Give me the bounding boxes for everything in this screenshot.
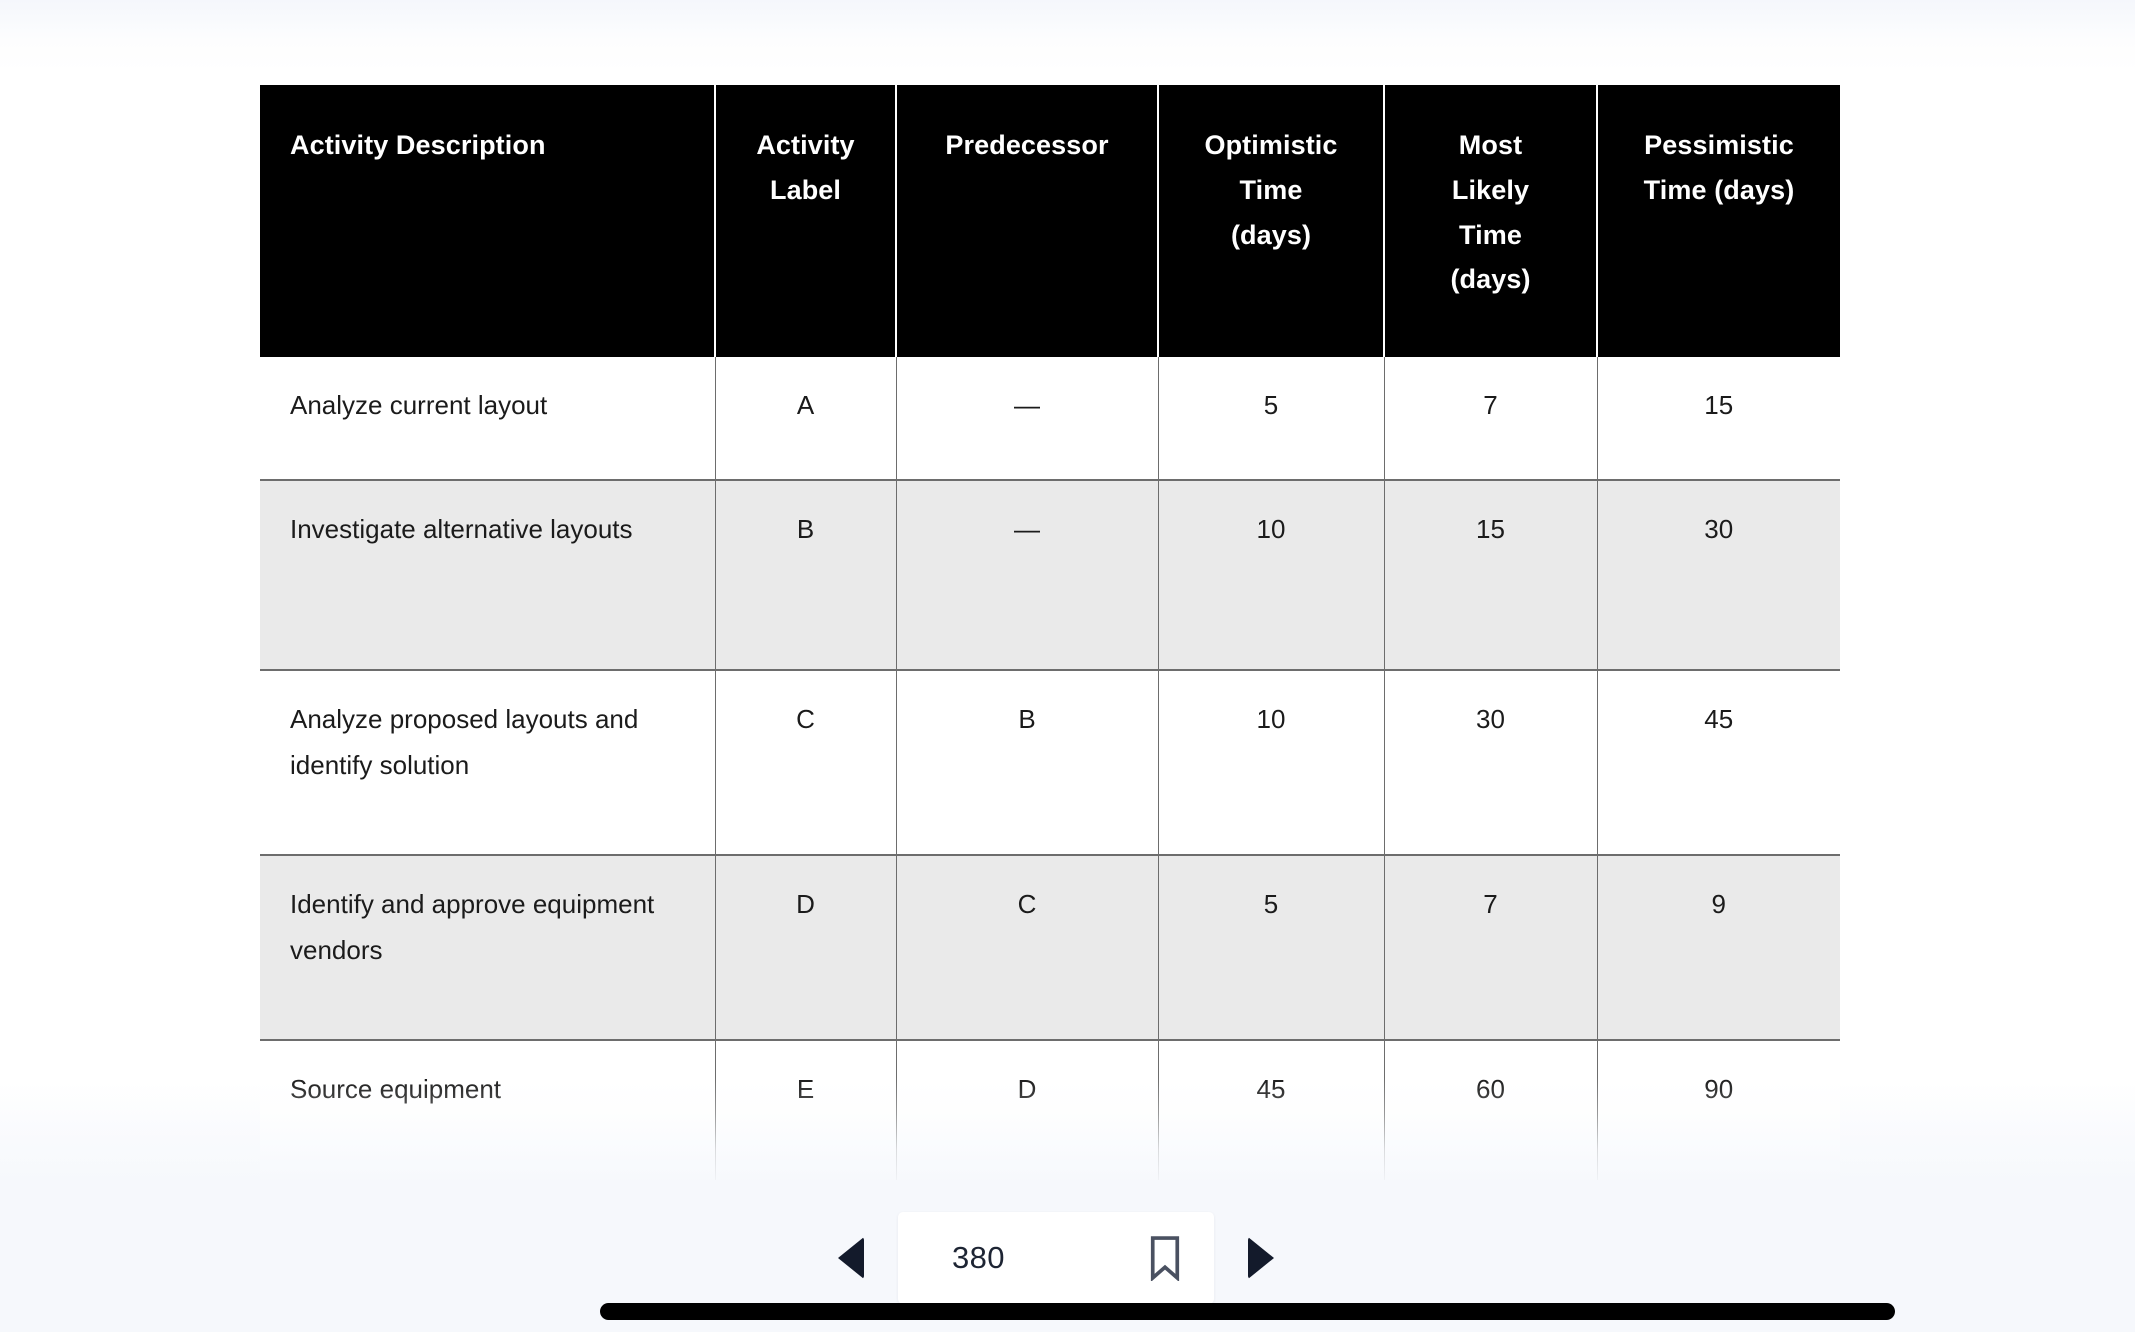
- cell-description: Source equipment: [260, 1040, 716, 1180]
- column-header-activity-label-line1: Activity: [756, 130, 855, 160]
- cell-activity-label: D: [715, 855, 897, 1041]
- column-header-activity-description-label: Activity Description: [290, 130, 546, 160]
- cell-optimistic-time: 45: [1158, 1040, 1385, 1180]
- column-header-optimistic-line2: Time: [1239, 174, 1303, 205]
- table-header-row: Activity Description Activity Label Pred…: [260, 85, 1840, 357]
- table-row: Identify and approve equipment vendors D…: [260, 855, 1840, 1041]
- cell-optimistic-time: 10: [1158, 670, 1385, 856]
- bottom-navigation-controls: 380: [820, 1208, 1320, 1308]
- cell-predecessor: C: [896, 855, 1159, 1041]
- column-header-activity-label: Activity Label: [715, 85, 897, 357]
- cell-most-likely-time: 15: [1384, 480, 1598, 671]
- page-number-box[interactable]: 380: [898, 1212, 1214, 1304]
- cell-activity-label: B: [715, 480, 897, 671]
- cell-predecessor: B: [896, 670, 1159, 856]
- column-header-optimistic-time: Optimistic Time (days): [1158, 85, 1385, 357]
- cell-activity-label: C: [715, 670, 897, 856]
- table-row: Analyze current layout A — 5 7 15: [260, 357, 1840, 481]
- cell-optimistic-time: 10: [1158, 480, 1385, 671]
- home-indicator[interactable]: [600, 1303, 1895, 1320]
- cell-pessimistic-time: 15: [1597, 357, 1840, 481]
- cell-predecessor: D: [896, 1040, 1159, 1180]
- column-header-most-likely-line2: Likely: [1451, 174, 1530, 205]
- cell-most-likely-time: 7: [1384, 357, 1598, 481]
- activity-table: Activity Description Activity Label Pred…: [260, 85, 1840, 1180]
- column-header-predecessor: Predecessor: [896, 85, 1159, 357]
- cell-pessimistic-time: 30: [1597, 480, 1840, 671]
- cell-pessimistic-time: 9: [1597, 855, 1840, 1041]
- triangle-left-icon: [838, 1237, 864, 1279]
- cell-description: Analyze current layout: [260, 357, 716, 481]
- cell-most-likely-time: 60: [1384, 1040, 1598, 1180]
- column-header-most-likely-line3: Time: [1459, 219, 1522, 250]
- cell-activity-label: A: [715, 357, 897, 481]
- cell-optimistic-time: 5: [1158, 855, 1385, 1041]
- column-header-activity-description: Activity Description: [260, 85, 716, 357]
- table-header: Activity Description Activity Label Pred…: [260, 85, 1840, 357]
- column-header-optimistic-line1: Optimistic: [1204, 130, 1338, 160]
- cell-description: Analyze proposed layouts and identify so…: [260, 670, 716, 856]
- column-header-pessimistic-line2: Time (days): [1643, 174, 1795, 205]
- next-page-button[interactable]: [1230, 1208, 1292, 1308]
- column-header-predecessor-label: Predecessor: [945, 130, 1109, 160]
- cell-description: Investigate alternative layouts: [260, 480, 716, 671]
- triangle-right-icon: [1248, 1237, 1274, 1279]
- cell-description: Identify and approve equipment vendors: [260, 855, 716, 1041]
- cell-optimistic-time: 5: [1158, 357, 1385, 481]
- bookmark-icon[interactable]: [1146, 1235, 1184, 1281]
- cell-most-likely-time: 30: [1384, 670, 1598, 856]
- table-row: Analyze proposed layouts and identify so…: [260, 670, 1840, 856]
- column-header-most-likely-line1: Most: [1458, 130, 1523, 160]
- cell-most-likely-time: 7: [1384, 855, 1598, 1041]
- table-row: Investigate alternative layouts B — 10 1…: [260, 480, 1840, 671]
- column-header-activity-label-line2: Label: [769, 174, 842, 205]
- previous-page-button[interactable]: [820, 1208, 882, 1308]
- table-row: Source equipment E D 45 60 90: [260, 1040, 1840, 1180]
- cell-predecessor: —: [896, 357, 1159, 481]
- column-header-optimistic-line3: (days): [1230, 219, 1312, 250]
- column-header-most-likely-time: Most Likely Time (days): [1384, 85, 1598, 357]
- column-header-most-likely-line4: (days): [1450, 264, 1531, 295]
- cell-activity-label: E: [715, 1040, 897, 1180]
- cell-predecessor: —: [896, 480, 1159, 671]
- column-header-pessimistic-line1: Pessimistic: [1644, 130, 1794, 160]
- page-number-label: 380: [952, 1240, 1005, 1275]
- table-body: Analyze current layout A — 5 7 15 Invest…: [260, 357, 1840, 1180]
- cell-pessimistic-time: 45: [1597, 670, 1840, 856]
- activity-table-container: Activity Description Activity Label Pred…: [260, 85, 1840, 1180]
- column-header-pessimistic-time: Pessimistic Time (days): [1597, 85, 1840, 357]
- cell-pessimistic-time: 90: [1597, 1040, 1840, 1180]
